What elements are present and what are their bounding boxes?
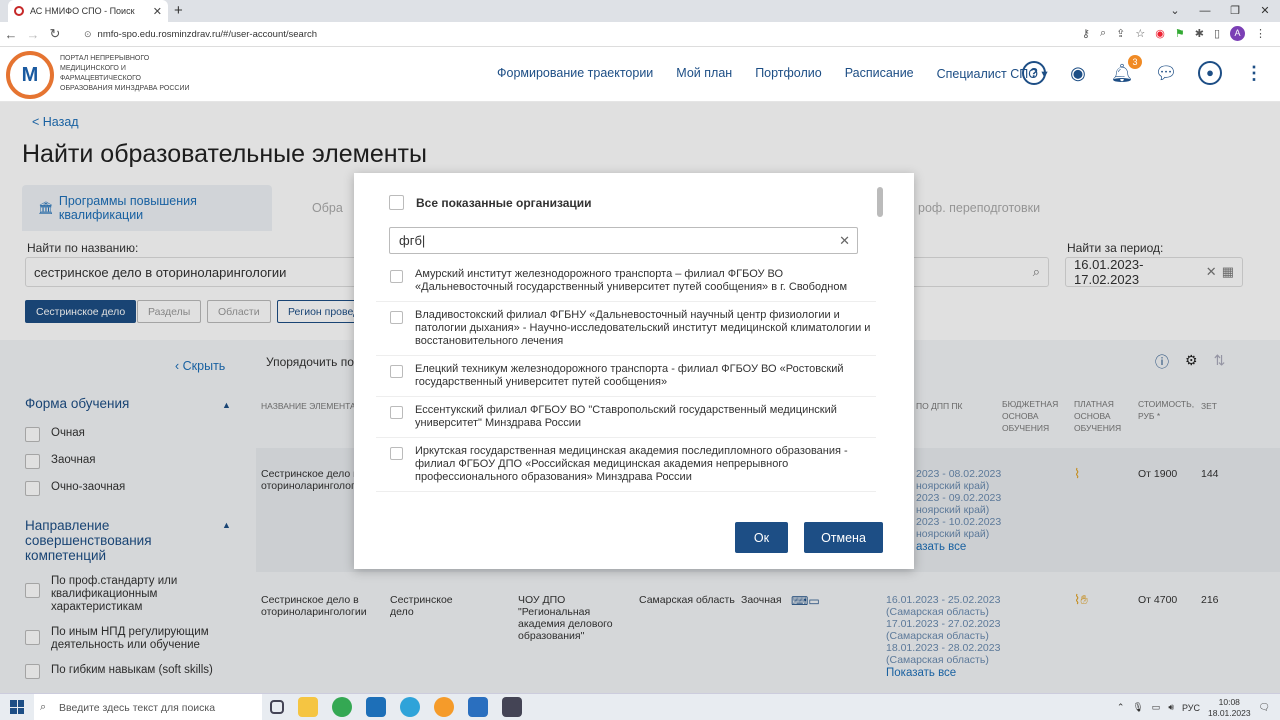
chrome-icon[interactable] xyxy=(332,697,352,717)
app-icon[interactable] xyxy=(502,697,522,717)
url-text: nmfo-spo.edu.rosminzdrav.ru/#/user-accou… xyxy=(97,28,318,40)
org-label: Ессентукский филиал ФГБОУ ВО "Ставрополь… xyxy=(415,404,837,429)
close-tab-icon[interactable]: ✕ xyxy=(153,5,162,18)
minimize-icon[interactable]: — xyxy=(1190,0,1220,22)
org-label: Владивостокский филиал ФГБНУ «Дальневост… xyxy=(415,309,871,347)
key-icon[interactable]: ⚷ xyxy=(1082,27,1090,40)
ok-button[interactable]: Ок xyxy=(735,522,788,553)
share-icon[interactable]: ⇪ xyxy=(1116,27,1125,40)
system-tray: ⌃ 🎙︎ ▭ 🔊︎ РУС 10:08 18.01.2023 🗨︎ xyxy=(1117,694,1270,720)
nav-schedule[interactable]: Расписание xyxy=(845,66,914,81)
flag-icon[interactable]: ⚑ xyxy=(1175,27,1185,40)
site-favicon-icon xyxy=(14,6,24,16)
tab-title: АС НМИФО СПО - Поиск xyxy=(30,6,135,16)
sidepanel-icon[interactable]: ▯ xyxy=(1214,27,1220,40)
user-account-icon[interactable]: ● xyxy=(1198,61,1222,85)
select-all-label: Все показанные организации xyxy=(416,195,592,210)
org-checkbox[interactable] xyxy=(390,270,403,283)
extension-icon[interactable]: ◉ xyxy=(1155,27,1165,40)
windows-start-icon[interactable] xyxy=(10,700,24,714)
zoom-icon[interactable]: ⌕ xyxy=(1100,27,1106,40)
org-item[interactable]: Владивостокский филиал ФГБНУ «Дальневост… xyxy=(376,302,876,356)
mail-icon[interactable] xyxy=(366,697,386,717)
window-controls: ⌄ — ❐ ✕ xyxy=(1160,0,1280,22)
org-search-input[interactable]: фгб | ✕ xyxy=(389,227,858,254)
profile-avatar[interactable]: A xyxy=(1230,26,1245,41)
restore-icon[interactable]: ❐ xyxy=(1220,0,1250,22)
tab-list-icon[interactable]: ⌄ xyxy=(1160,0,1190,22)
org-label: Иркутская государственная медицинская ак… xyxy=(415,445,848,483)
org-item[interactable]: Амурский институт железнодорожного транс… xyxy=(376,261,876,302)
org-checkbox[interactable] xyxy=(390,365,403,378)
eye-icon[interactable]: ◉ xyxy=(1066,61,1090,85)
clock[interactable]: 10:08 18.01.2023 xyxy=(1208,697,1251,719)
forward-arrow-icon[interactable]: → xyxy=(22,27,44,42)
bell-icon[interactable]: 🔔︎ 3 xyxy=(1110,55,1142,85)
back-arrow-icon[interactable]: ← xyxy=(0,27,22,42)
taskbar-apps xyxy=(270,697,522,717)
bookmark-star-icon[interactable]: ☆ xyxy=(1135,27,1145,40)
portal-logo[interactable]: M xyxy=(6,51,54,99)
taskbar-search-icon: ⌕ xyxy=(40,701,47,713)
help-icon[interactable]: ? xyxy=(1022,61,1046,85)
site-header: M Портал непрерывного медицинского и фар… xyxy=(0,47,1280,102)
network-icon[interactable]: ▭ xyxy=(1152,702,1161,713)
browser-tabbar: АС НМИФО СПО - Поиск ✕ + ⌄ — ❐ ✕ xyxy=(0,0,1280,22)
org-item[interactable]: Ессентукский филиал ФГБОУ ВО "Ставрополь… xyxy=(376,397,876,438)
notifications-icon[interactable]: 🗨︎ xyxy=(1259,702,1270,713)
organization-picker-dialog: Все показанные организации фгб | ✕ Амурск… xyxy=(354,173,914,569)
nav-my-plan[interactable]: Мой план xyxy=(676,66,732,81)
org-item[interactable]: Иркутская государственная медицинская ак… xyxy=(376,438,876,492)
browser-tab[interactable]: АС НМИФО СПО - Поиск ✕ xyxy=(8,0,168,22)
microphone-icon[interactable]: 🎙︎ xyxy=(1132,702,1143,713)
browser-app-icon[interactable] xyxy=(434,697,454,717)
new-tab-icon[interactable]: + xyxy=(174,2,183,19)
nav-trajectory[interactable]: Формирование траектории xyxy=(497,66,653,81)
clock-date: 18.01.2023 xyxy=(1208,707,1251,718)
org-checkbox[interactable] xyxy=(390,447,403,460)
clock-time: 10:08 xyxy=(1218,696,1240,707)
org-list: Амурский институт железнодорожного транс… xyxy=(376,261,876,509)
org-label: Амурский институт железнодорожного транс… xyxy=(415,268,848,293)
taskbar-search-placeholder: Введите здесь текст для поиска xyxy=(59,701,216,714)
url-field[interactable]: ⊙ nmfo-spo.edu.rosminzdrav.ru/#/user-acc… xyxy=(84,29,317,40)
task-view-icon[interactable] xyxy=(270,700,284,714)
browser-menu-icon[interactable]: ⋮ xyxy=(1255,27,1266,40)
text-cursor: | xyxy=(421,233,426,248)
top-navigation: Формирование траектории Мой план Портфол… xyxy=(497,66,1048,81)
org-label: Елецкий техникум железнодорожного трансп… xyxy=(415,363,844,388)
browser-toolbar-icons: ⚷ ⌕ ⇪ ☆ ◉ ⚑ ✱ ▯ A ⋮ xyxy=(1082,26,1266,41)
address-bar: ← → ↻ ⊙ nmfo-spo.edu.rosminzdrav.ru/#/us… xyxy=(0,22,1280,47)
org-item[interactable]: Елецкий техникум железнодорожного трансп… xyxy=(376,356,876,397)
nav-portfolio[interactable]: Портфолио xyxy=(755,66,822,81)
puzzle-extensions-icon[interactable]: ✱ xyxy=(1195,27,1204,40)
taskbar-search[interactable]: ⌕ Введите здесь текст для поиска xyxy=(34,694,262,720)
volume-icon[interactable]: 🔊︎ xyxy=(1168,702,1174,713)
select-all-checkbox[interactable] xyxy=(389,195,404,210)
notification-badge: 3 xyxy=(1128,55,1142,69)
select-all-orgs[interactable]: Все показанные организации xyxy=(389,195,592,210)
reload-icon[interactable]: ↻ xyxy=(44,26,66,42)
remote-desktop-icon[interactable] xyxy=(468,697,488,717)
file-explorer-icon[interactable] xyxy=(298,697,318,717)
more-menu-icon[interactable]: ⋮ xyxy=(1242,61,1266,85)
dialog-scrollbar[interactable] xyxy=(877,187,883,217)
org-search-value: фгб xyxy=(399,233,422,248)
chat-icon[interactable]: 💬︎ xyxy=(1154,61,1178,85)
logo-text: Портал непрерывного медицинского и фарма… xyxy=(60,55,190,92)
language-indicator[interactable]: РУС xyxy=(1182,703,1200,713)
cancel-button[interactable]: Отмена xyxy=(804,522,883,553)
site-info-icon[interactable]: ⊙ xyxy=(84,29,92,40)
header-icons: ? ◉ 🔔︎ 3 💬︎ ● ⋮ xyxy=(1022,55,1266,85)
edge-icon[interactable] xyxy=(400,697,420,717)
windows-taskbar: ⌕ Введите здесь текст для поиска ⌃ 🎙︎ ▭ … xyxy=(0,693,1280,720)
tray-chevron-icon[interactable]: ⌃ xyxy=(1117,702,1125,713)
close-window-icon[interactable]: ✕ xyxy=(1250,0,1280,22)
org-checkbox[interactable] xyxy=(390,406,403,419)
org-checkbox[interactable] xyxy=(390,311,403,324)
clear-search-icon[interactable]: ✕ xyxy=(839,233,850,249)
